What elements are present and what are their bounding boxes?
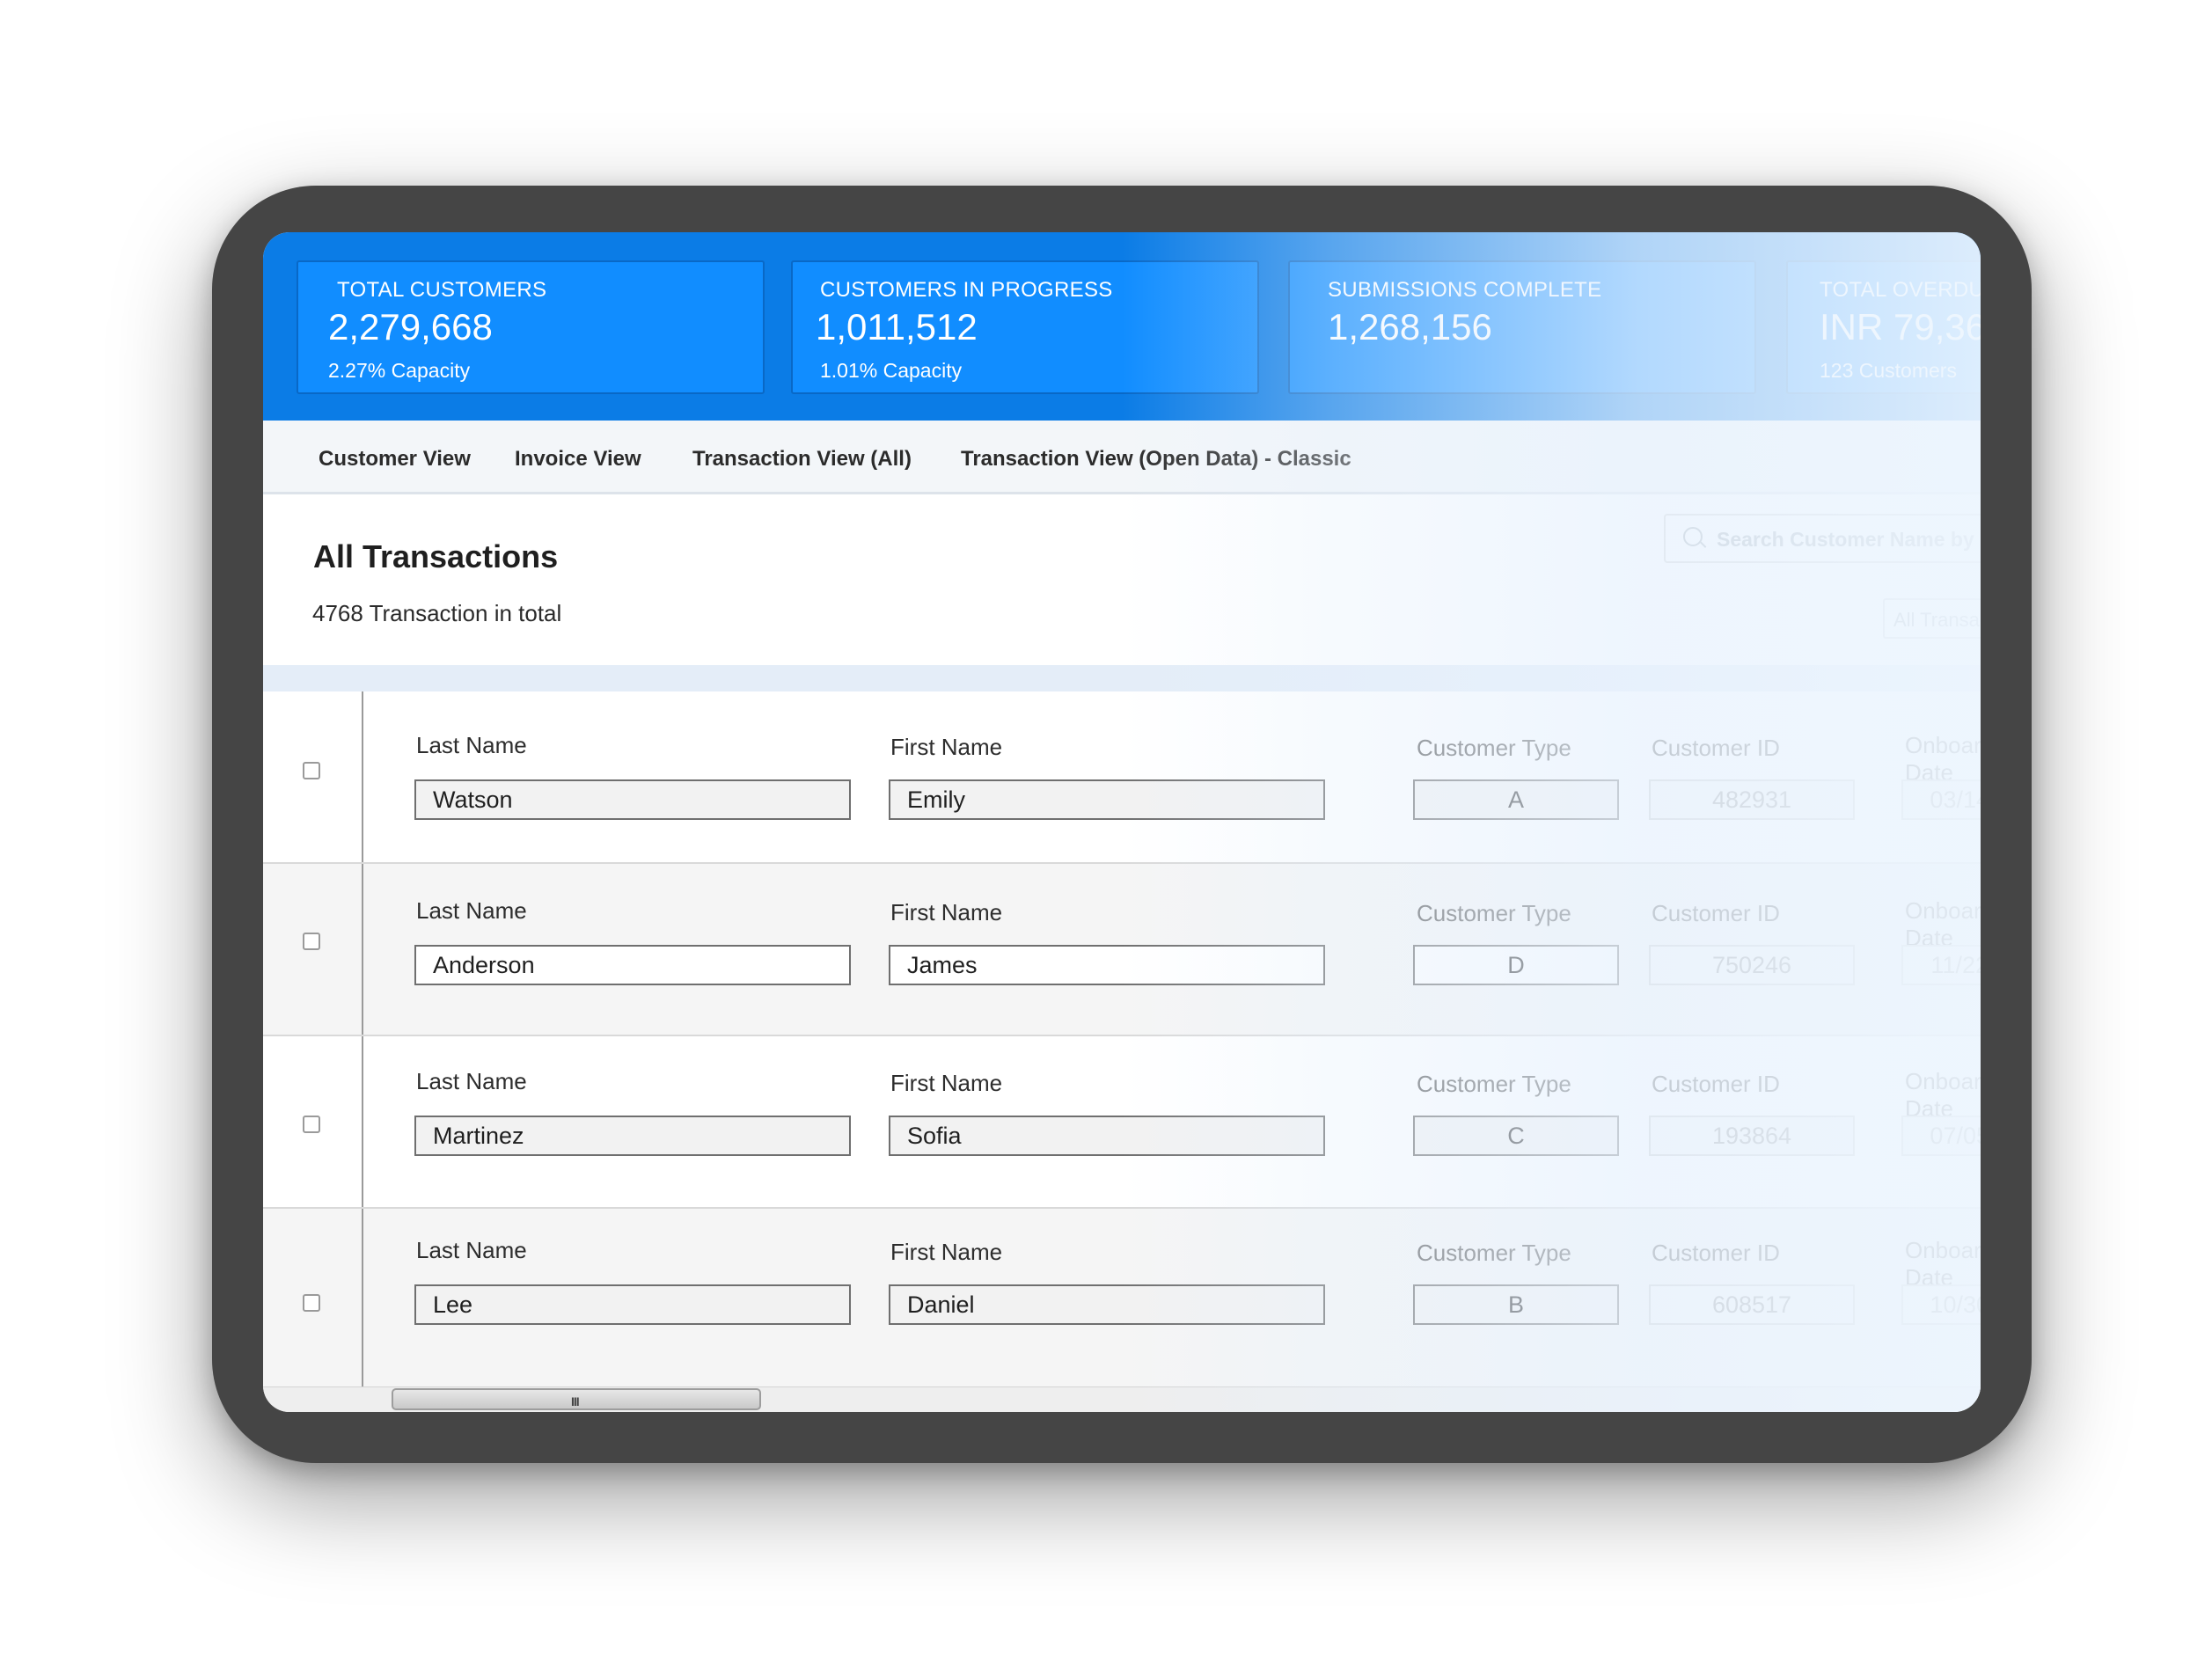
kpi-card-submissions-complete[interactable]: SUBMISSIONS COMPLETE 1,268,156 — [1288, 260, 1756, 394]
row-divider — [362, 1209, 363, 1386]
transaction-filter-select[interactable]: All Transactions — [1883, 598, 1981, 639]
search-input[interactable]: Search Customer Name by — [1664, 514, 1981, 563]
customer-type-field[interactable]: B — [1413, 1284, 1619, 1325]
first-name-label: First Name — [890, 734, 1003, 760]
customer-type-label: Customer Type — [1417, 900, 1571, 926]
first-name-field[interactable]: James — [889, 945, 1325, 985]
onboard-date-field[interactable]: 07/05/2024 — [1901, 1116, 1981, 1156]
kpi-label: TOTAL CUSTOMERS — [337, 278, 547, 302]
customer-id-field[interactable]: 193864 — [1649, 1116, 1855, 1156]
row-checkbox[interactable] — [303, 1116, 320, 1133]
customer-type-field[interactable]: D — [1413, 945, 1619, 985]
customer-id-label: Customer ID — [1652, 1240, 1780, 1266]
customer-type-label: Customer Type — [1417, 1071, 1571, 1097]
onboard-date-field[interactable]: 11/22/2023 — [1901, 945, 1981, 985]
onboard-date-label: Onboard Date — [1905, 1237, 1981, 1291]
last-name-label: Last Name — [416, 1068, 527, 1094]
kpi-label: TOTAL OVERDUE — [1820, 278, 1981, 302]
kpi-sub: 1.01% Capacity — [820, 359, 963, 382]
last-name-label: Last Name — [416, 732, 527, 758]
last-name-field[interactable]: Lee — [414, 1284, 851, 1325]
table-row: Last Name Anderson First Name James Cust… — [263, 864, 1981, 1036]
tab-transaction-view-open-data-classic[interactable]: Transaction View (Open Data) - Classic — [961, 447, 1351, 472]
first-name-field[interactable]: Sofia — [889, 1116, 1325, 1156]
customer-id-label: Customer ID — [1652, 735, 1780, 761]
filter-selected-value: All Transactions — [1893, 609, 1981, 631]
row-checkbox[interactable] — [303, 1294, 320, 1312]
kpi-label: SUBMISSIONS COMPLETE — [1328, 278, 1602, 302]
tab-customer-view[interactable]: Customer View — [319, 447, 471, 472]
table-header-band — [263, 665, 1981, 691]
onboard-date-field[interactable]: 10/30/2023 — [1901, 1284, 1981, 1325]
kpi-card-total-customers[interactable]: TOTAL CUSTOMERS 2,279,668 2.27% Capacity — [297, 260, 765, 394]
page-title: All Transactions — [313, 538, 559, 574]
first-name-label: First Name — [890, 899, 1003, 925]
customer-id-field[interactable]: 608517 — [1649, 1284, 1855, 1325]
customer-type-field[interactable]: C — [1413, 1116, 1619, 1156]
first-name-label: First Name — [890, 1070, 1003, 1096]
onboard-date-label: Onboard Date — [1905, 732, 1981, 786]
table-row: Last Name Lee First Name Daniel Customer… — [263, 1209, 1981, 1386]
kpi-bar: TOTAL CUSTOMERS 2,279,668 2.27% Capacity… — [263, 232, 1981, 421]
customer-id-field[interactable]: 750246 — [1649, 945, 1855, 985]
app-screen: TOTAL CUSTOMERS 2,279,668 2.27% Capacity… — [263, 232, 1981, 1412]
kpi-value: 2,279,668 — [328, 306, 493, 348]
row-checkbox[interactable] — [303, 762, 320, 779]
last-name-field[interactable]: Watson — [414, 779, 851, 820]
table-row: Last Name Martinez First Name Sofia Cust… — [263, 1036, 1981, 1209]
customer-type-label: Customer Type — [1417, 735, 1571, 761]
kpi-sub: 123 Customers — [1820, 359, 1957, 382]
kpi-sub: 2.27% Capacity — [328, 359, 471, 382]
view-tabs: Customer View Invoice View Transaction V… — [263, 421, 1981, 494]
search-icon — [1683, 527, 1703, 546]
kpi-value: 1,268,156 — [1328, 306, 1492, 348]
search-placeholder: Search Customer Name by — [1717, 528, 1974, 551]
tablet-frame: TOTAL CUSTOMERS 2,279,668 2.27% Capacity… — [212, 186, 2032, 1463]
grip-icon: III — [571, 1394, 580, 1408]
row-divider — [362, 1036, 363, 1207]
row-divider — [362, 864, 363, 1035]
customer-id-label: Customer ID — [1652, 900, 1780, 926]
first-name-label: First Name — [890, 1239, 1003, 1265]
transaction-count: 4768 Transaction in total — [312, 600, 562, 626]
customer-type-field[interactable]: A — [1413, 779, 1619, 820]
last-name-field[interactable]: Martinez — [414, 1116, 851, 1156]
last-name-field[interactable]: Anderson — [414, 945, 851, 985]
onboard-date-label: Onboard Date — [1905, 1068, 1981, 1122]
kpi-card-total-overdue[interactable]: TOTAL OVERDUE INR 79,36 123 Customers — [1786, 260, 1981, 394]
first-name-field[interactable]: Daniel — [889, 1284, 1325, 1325]
row-checkbox[interactable] — [303, 933, 320, 950]
customer-id-label: Customer ID — [1652, 1071, 1780, 1097]
scrollbar-thumb[interactable]: III — [392, 1388, 761, 1410]
customer-type-label: Customer Type — [1417, 1240, 1571, 1266]
transactions-table: Last Name Watson First Name Emily Custom… — [263, 691, 1981, 1386]
table-row: Last Name Watson First Name Emily Custom… — [263, 691, 1981, 864]
kpi-card-customers-in-progress[interactable]: CUSTOMERS IN PROGRESS 1,011,512 1.01% Ca… — [791, 260, 1259, 394]
tab-transaction-view-all[interactable]: Transaction View (All) — [692, 447, 912, 472]
tab-invoice-view[interactable]: Invoice View — [515, 447, 641, 472]
kpi-label: CUSTOMERS IN PROGRESS — [820, 278, 1113, 302]
onboard-date-label: Onboard Date — [1905, 897, 1981, 951]
onboard-date-field[interactable]: 03/14/2024 — [1901, 779, 1981, 820]
kpi-value: INR 79,36 — [1820, 306, 1981, 348]
first-name-field[interactable]: Emily — [889, 779, 1325, 820]
row-divider — [362, 691, 363, 862]
customer-id-field[interactable]: 482931 — [1649, 779, 1855, 820]
last-name-label: Last Name — [416, 1237, 527, 1263]
kpi-value: 1,011,512 — [816, 306, 978, 348]
last-name-label: Last Name — [416, 897, 527, 924]
